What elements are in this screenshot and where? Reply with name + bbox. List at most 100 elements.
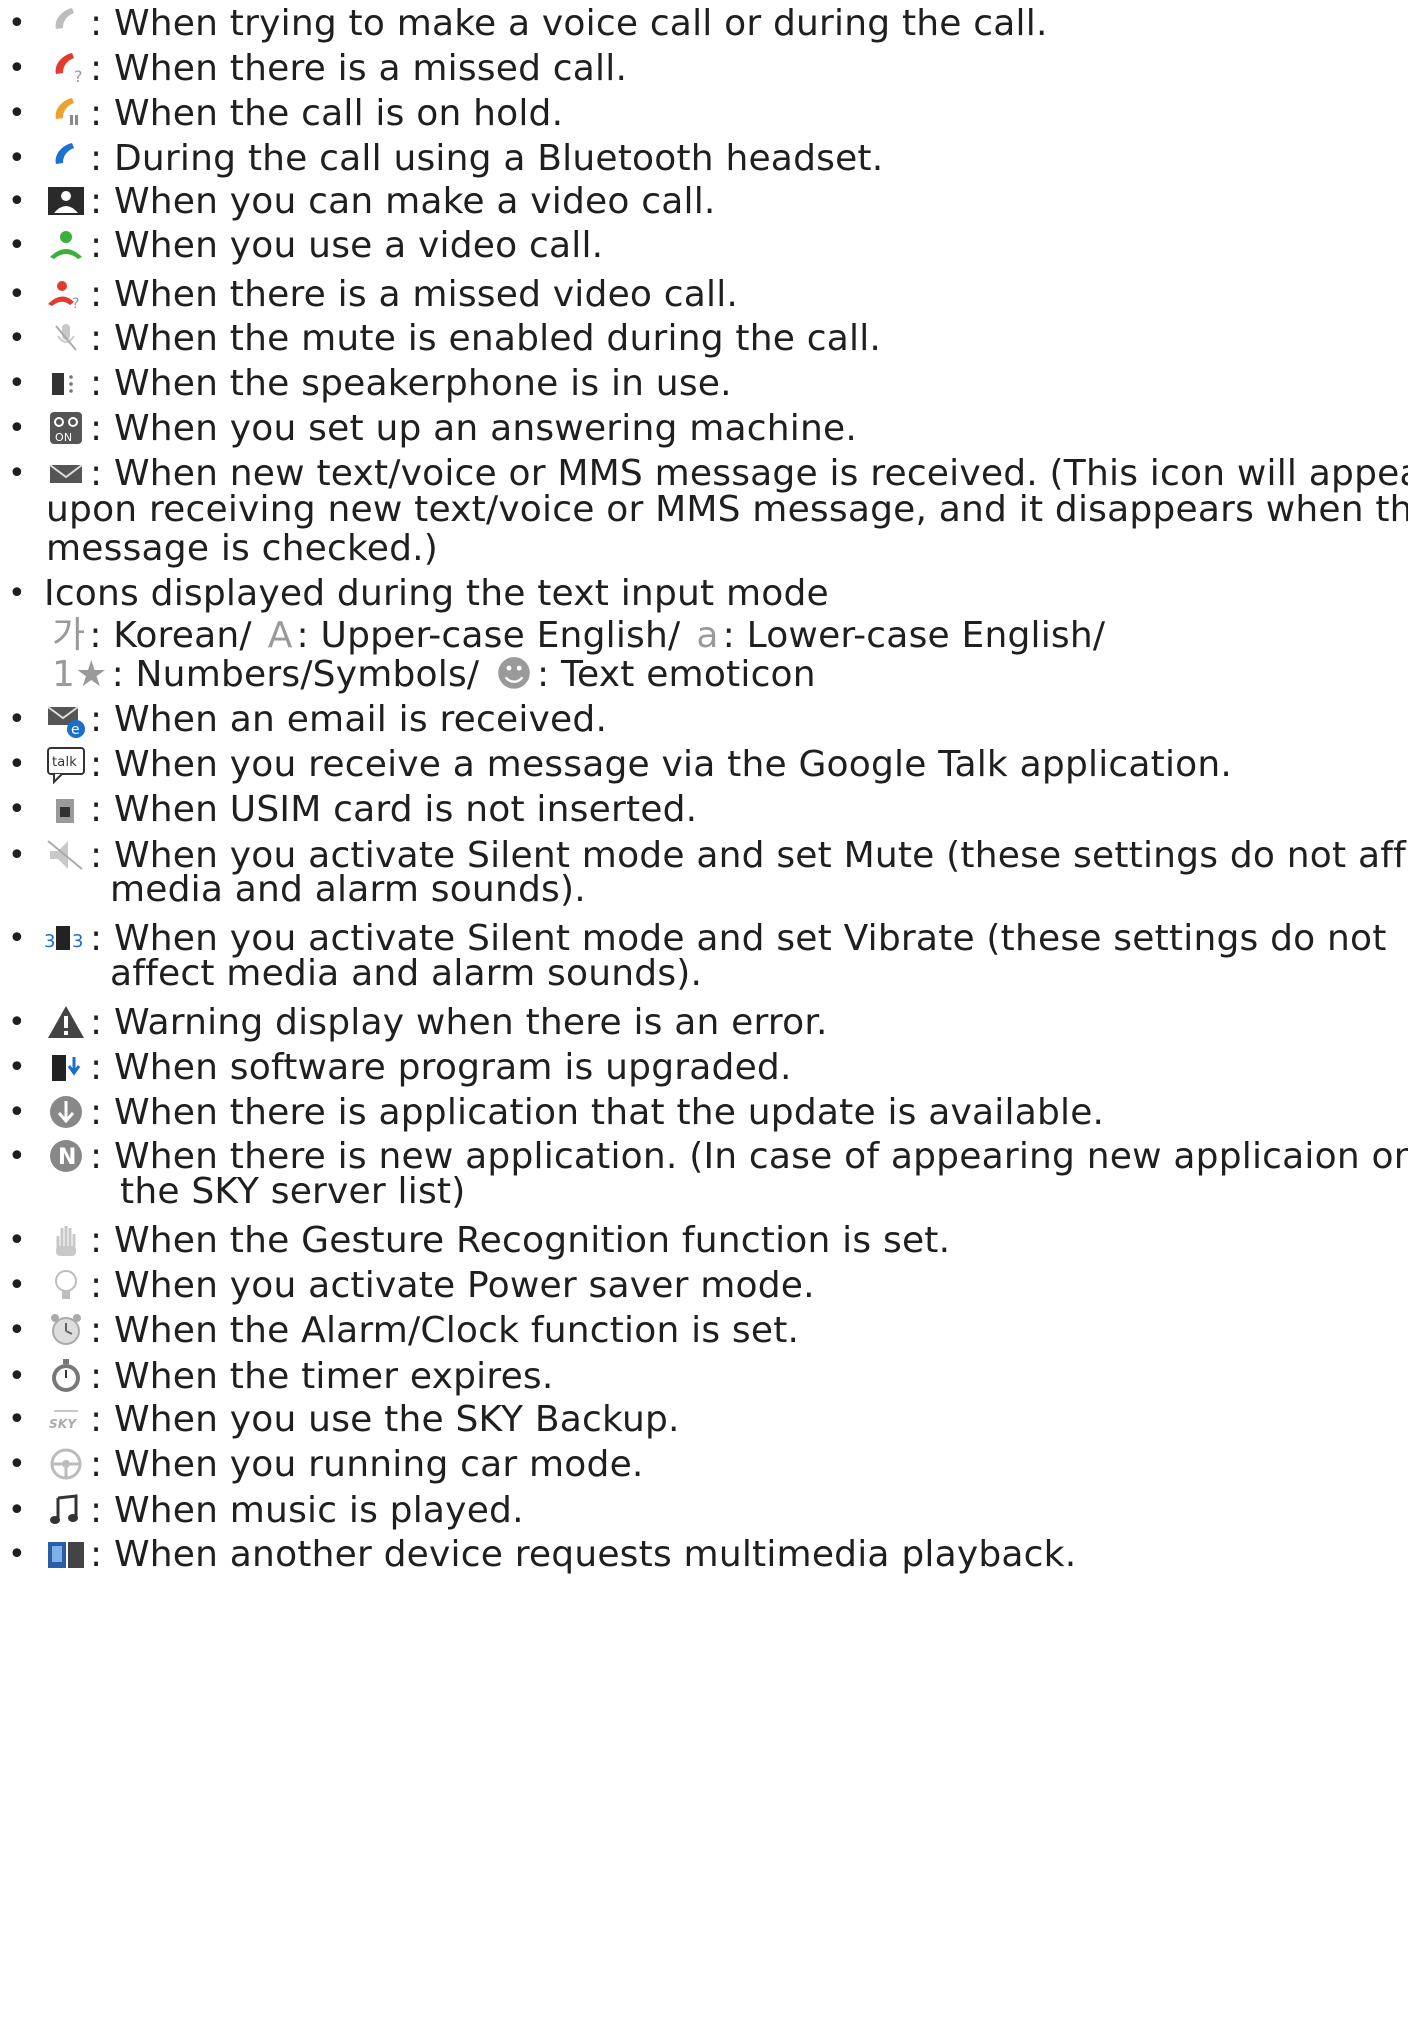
usim-missing-icon [44, 789, 88, 829]
legend-item-text: : When you use the SKY Backup. [90, 1399, 680, 1440]
bullet: • [8, 1268, 26, 1303]
video-call-available-icon [44, 181, 88, 221]
legend-item: •: When you running car mode. [8, 1441, 1404, 1488]
legend-item-text: : When the call is on hold. [90, 93, 564, 134]
car-mode-icon [44, 1444, 88, 1484]
legend-item: • : When the Alarm/Clock function is set. [8, 1307, 1404, 1354]
legend-item-continuation: the SKY server list) [120, 1171, 466, 1212]
music-note-icon [44, 1490, 88, 1530]
svg-text:N: N [58, 1145, 77, 1170]
phone-bluetooth-icon [44, 138, 88, 178]
legend-item-continuation: affect media and alarm sounds). [110, 953, 703, 994]
bullet: • [8, 184, 26, 219]
bullet: • [8, 228, 26, 263]
svg-text:?: ? [74, 67, 83, 86]
legend-item: • : When you use a video call. [8, 222, 1404, 269]
software-upgrade-icon [44, 1047, 88, 1087]
text-input-icons-line2: 1★: Numbers/Symbols/ ☻: Text emoticon [8, 651, 1404, 698]
legend-item-text: : When the timer expires. [90, 1356, 554, 1397]
legend-item: •: When trying to make a voice call or d… [8, 0, 1404, 47]
phone-hold-icon [44, 93, 88, 133]
legend-item-text: : When music is played. [90, 1490, 524, 1531]
legend-item-text: : When an email is received. [90, 699, 608, 740]
legend-item: • SKY: When you use the SKY Backup. [8, 1396, 1404, 1443]
legend-item: • : When the call is on hold. [8, 90, 1404, 137]
legend-item-text: : When trying to make a voice call or du… [90, 3, 1048, 44]
bullet: • [8, 366, 26, 401]
legend-item-text: : When there is a missed video call. [90, 274, 739, 315]
timer-icon [44, 1356, 88, 1396]
bullet: • [8, 321, 26, 356]
legend-item-text: : When there is a missed call. [90, 48, 628, 89]
bullet: • [8, 51, 26, 86]
legend-item: • e : When an email is received. [8, 696, 1404, 743]
legend-item: •: When the Gesture Recognition function… [8, 1217, 1404, 1264]
legend-item-text: : When you use a video call. [90, 225, 604, 266]
legend-item-text: : When you set up an answering machine. [90, 408, 857, 449]
legend-item: •?: When there is a missed video call. [8, 271, 1404, 318]
input-mode-glyph-icon: a [696, 615, 719, 656]
legend-item: •: When software program is upgraded. [8, 1044, 1404, 1091]
input-mode-glyph-icon: ☻ [495, 654, 533, 695]
google-talk-icon: talk [44, 744, 88, 784]
svg-text:talk: talk [52, 755, 77, 770]
input-mode-label: : Lower-case English/ [722, 615, 1106, 656]
icon-legend-page: • : When trying to make a voice call or d… [0, 0, 1408, 2032]
legend-item-text: : When you running car mode. [90, 1444, 644, 1485]
bullet: • [8, 1095, 26, 1130]
bullet: • [8, 1050, 26, 1085]
legend-item: • : When you can make a video call. [8, 178, 1404, 225]
video-call-active-icon [44, 225, 88, 265]
bullet: • [8, 702, 26, 737]
input-mode-label: : Numbers/Symbols/ [111, 654, 480, 695]
legend-item: • ON : When you set up an answering machin… [8, 405, 1404, 452]
bullet: • [8, 411, 26, 446]
svg-text:e: e [71, 722, 80, 738]
legend-item: • Icons displayed during the text input m… [8, 570, 1404, 617]
svg-text:?: ? [72, 296, 80, 312]
input-mode-glyph-icon: 1★ [52, 654, 108, 695]
phone-gray-icon [44, 3, 88, 43]
legend-item-continuation: media and alarm sounds). [110, 869, 586, 910]
mic-mute-icon [44, 318, 88, 358]
legend-item: • : When you activate Power saver mode. [8, 1262, 1404, 1309]
legend-item-text: : When you can make a video call. [90, 181, 716, 222]
legend-item-text: : When there is application that the upd… [90, 1092, 1105, 1133]
legend-item: • : When music is played. [8, 1487, 1404, 1534]
svg-text:3: 3 [44, 931, 56, 952]
power-saver-bulb-icon [44, 1265, 88, 1305]
legend-item: •: When another device requests multimed… [8, 1531, 1404, 1578]
input-mode-label: : Upper-case English/ [296, 615, 681, 656]
legend-item-text: : When the mute is enabled during the ca… [90, 318, 882, 359]
legend-item-text: : When the Alarm/Clock function is set. [90, 1310, 800, 1351]
alarm-clock-icon [44, 1310, 88, 1350]
legend-item: • : When there is application that the up… [8, 1089, 1404, 1136]
svg-text:3: 3 [72, 931, 84, 952]
warning-icon [44, 1002, 88, 1042]
bullet: • [8, 1359, 26, 1394]
answering-machine-icon: ON [44, 408, 88, 448]
input-mode-label: : Text emoticon [536, 654, 816, 695]
legend-item-continuation: message is checked.) [46, 528, 439, 569]
app-update-icon [44, 1092, 88, 1132]
bullet: • [8, 1493, 26, 1528]
bullet: • [8, 747, 26, 782]
svg-text:SKY: SKY [49, 1417, 77, 1431]
bullet: • [8, 96, 26, 131]
email-received-icon: e [44, 699, 88, 739]
svg-text:ON: ON [55, 431, 72, 444]
legend-item: • : When the mute is enabled during the c… [8, 315, 1404, 362]
multimedia-playback-icon [44, 1534, 88, 1574]
bullet: • [8, 792, 26, 827]
sky-backup-icon: SKY [44, 1399, 88, 1439]
legend-item: • : During the call using a Bluetooth hea… [8, 135, 1404, 182]
bullet: • [8, 576, 26, 611]
legend-item: • : When USIM card is not inserted. [8, 786, 1404, 833]
input-mode-glyph-icon: 가 [52, 615, 86, 656]
bullet: • [8, 1005, 26, 1040]
bullet: • [8, 1313, 26, 1348]
legend-item-text: : During the call using a Bluetooth head… [90, 138, 884, 179]
bullet: • [8, 141, 26, 176]
legend-item-text: : When USIM card is not inserted. [90, 789, 698, 830]
legend-item-text: : When you activate Power saver mode. [90, 1265, 815, 1306]
